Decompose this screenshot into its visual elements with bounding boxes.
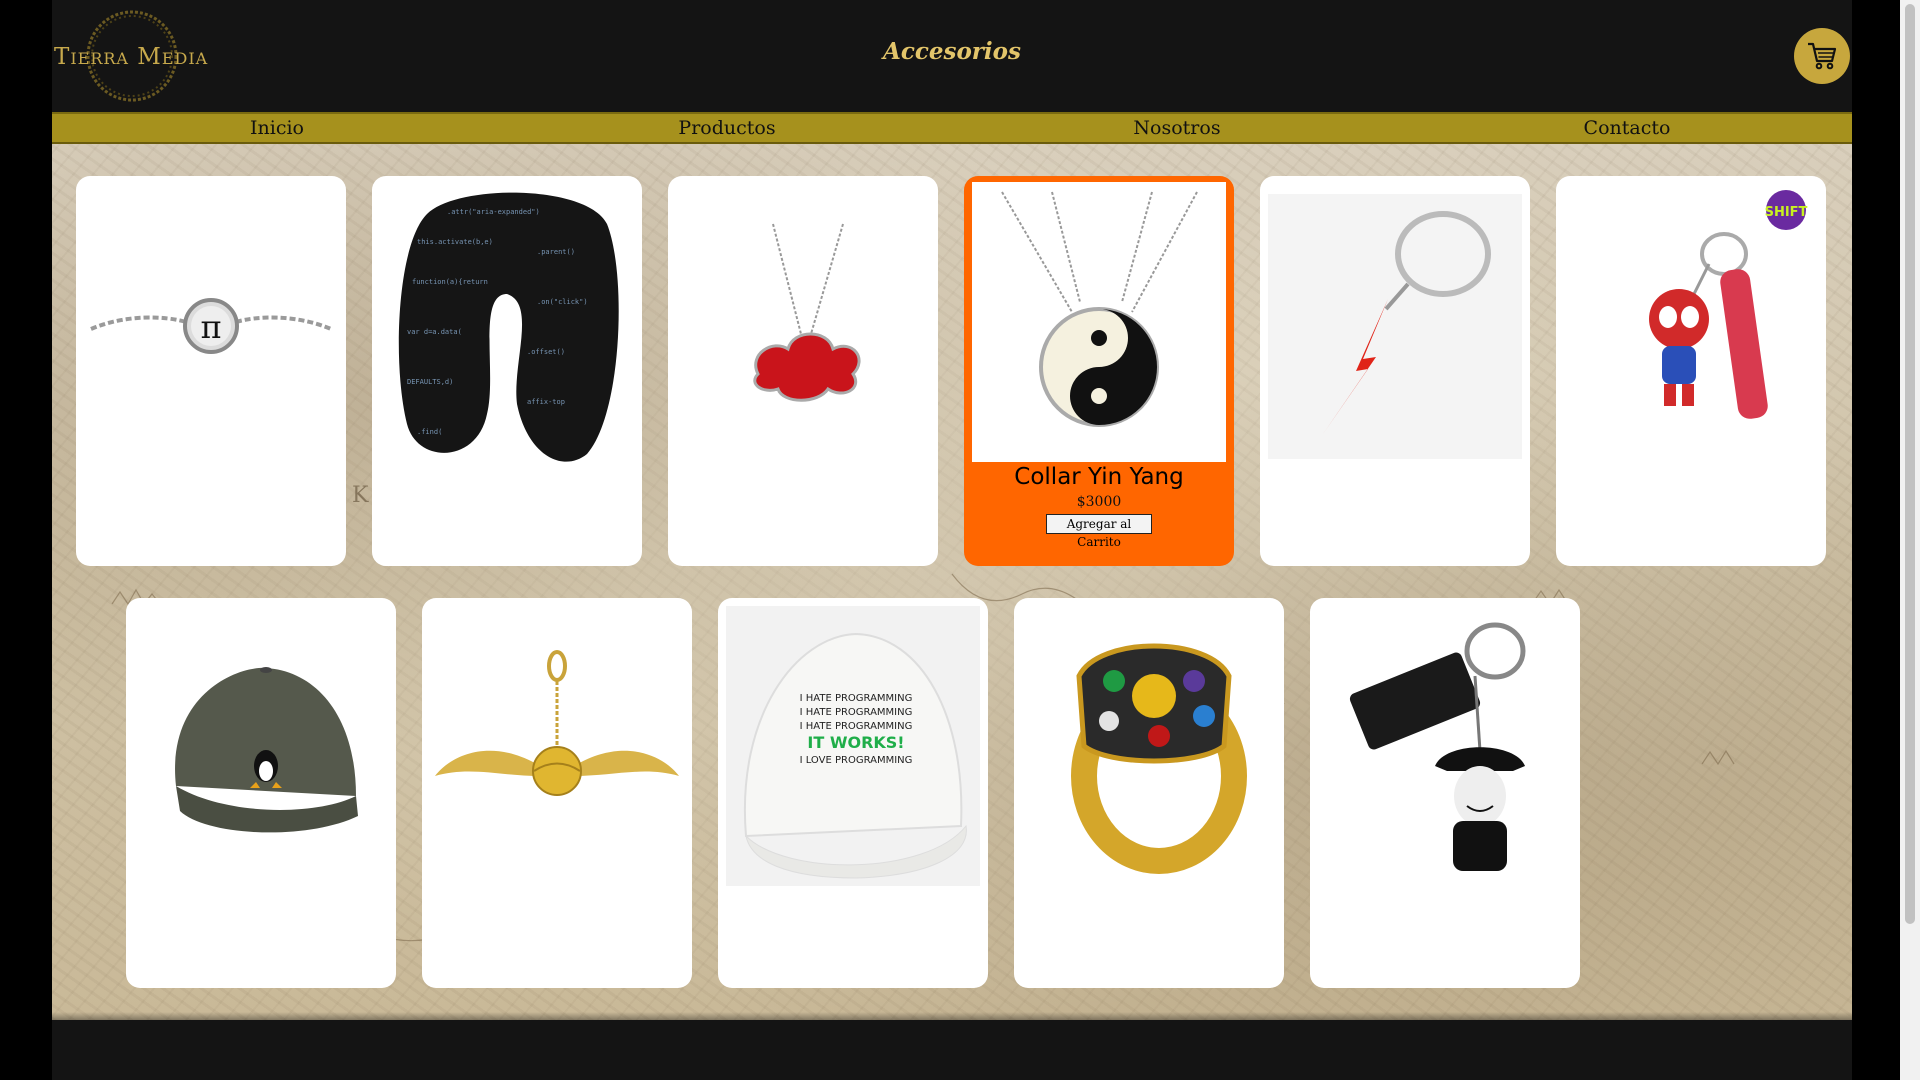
nav-item-nosotros[interactable]: Nosotros — [952, 114, 1402, 142]
product-card[interactable]: π — [76, 176, 346, 566]
nav-item-inicio[interactable]: Inicio — [52, 114, 502, 142]
svg-text:.attr("aria-expanded"): .attr("aria-expanded") — [447, 208, 540, 216]
cap-line-1: I HATE PROGRAMMING — [800, 693, 913, 704]
product-card-selected[interactable]: Collar Yin Yang $3000 Agregar al Carrito — [964, 176, 1234, 566]
svg-text:.offset(): .offset() — [527, 348, 565, 356]
header: Tierra Media Accesorios — [52, 0, 1852, 112]
svg-text:var d=a.data(: var d=a.data( — [407, 328, 462, 336]
product-card[interactable] — [1260, 176, 1530, 566]
product-card[interactable]: I HATE PROGRAMMING I HATE PROGRAMMING I … — [718, 598, 988, 988]
page-title: Accesorios — [883, 38, 1021, 65]
product-card[interactable] — [1310, 598, 1580, 988]
product-card[interactable] — [668, 176, 938, 566]
map-background: BAY OF BELFALAS K π .attr — [52, 144, 1852, 1020]
svg-text:.on("click"): .on("click") — [537, 298, 588, 306]
product-price: $3000 — [1076, 494, 1122, 510]
svg-text:K: K — [352, 483, 369, 508]
page: Tierra Media Accesorios Inicio Productos… — [52, 0, 1852, 1080]
pi-bracelet-image: π — [84, 184, 338, 464]
cap-line-2: I HATE PROGRAMMING — [800, 707, 913, 718]
product-card[interactable] — [126, 598, 396, 988]
spiderman-keychain-image: SHIFT — [1564, 184, 1818, 464]
programming-cap-image: I HATE PROGRAMMING I HATE PROGRAMMING I … — [726, 606, 980, 886]
akatsuki-cloud-necklace-image — [676, 184, 930, 464]
product-card[interactable]: SHIFT — [1556, 176, 1826, 566]
scrollbar[interactable] — [1900, 0, 1920, 1080]
svg-text:π: π — [200, 308, 221, 346]
map-bottom-shadow — [52, 1012, 1852, 1020]
svg-text:.find(: .find( — [417, 428, 442, 436]
vendetta-keychain-image — [1318, 606, 1572, 886]
svg-text:DEFAULTS,d): DEFAULTS,d) — [407, 378, 453, 386]
nav-item-productos[interactable]: Productos — [502, 114, 952, 142]
yin-yang-necklace-image — [972, 182, 1226, 462]
scrollbar-thumb[interactable] — [1905, 4, 1915, 924]
code-neck-pillow-image: .attr("aria-expanded") this.activate(b,e… — [380, 184, 634, 464]
product-name: Collar Yin Yang — [1014, 464, 1184, 490]
svg-text:function(a){return: function(a){return — [412, 278, 488, 286]
svg-text:.parent(): .parent() — [537, 248, 575, 256]
cart-button[interactable] — [1794, 28, 1850, 84]
cap-line-3: I HATE PROGRAMMING — [800, 721, 913, 732]
product-card[interactable] — [422, 598, 692, 988]
infinity-ring-image — [1022, 606, 1276, 886]
cap-line-5: I LOVE PROGRAMMING — [800, 755, 913, 766]
svg-text:this.activate(b,e): this.activate(b,e) — [417, 238, 493, 246]
svg-text:affix-top: affix-top — [527, 398, 565, 406]
nav-item-contacto[interactable]: Contacto — [1402, 114, 1852, 142]
add-to-cart-button[interactable]: Agregar al Carrito — [1046, 514, 1152, 549]
footer — [52, 1020, 1852, 1080]
product-card[interactable] — [1014, 598, 1284, 988]
main-nav: Inicio Productos Nosotros Contacto — [52, 112, 1852, 144]
product-card[interactable]: .attr("aria-expanded") this.activate(b,e… — [372, 176, 642, 566]
shopping-cart-icon — [1808, 42, 1837, 70]
golden-snitch-pendant-image — [430, 606, 684, 886]
shift-badge-text: SHIFT — [1765, 205, 1808, 220]
linux-cap-image — [134, 606, 388, 886]
cap-line-4: IT WORKS! — [807, 733, 904, 752]
lightning-keychain-image — [1268, 184, 1522, 464]
